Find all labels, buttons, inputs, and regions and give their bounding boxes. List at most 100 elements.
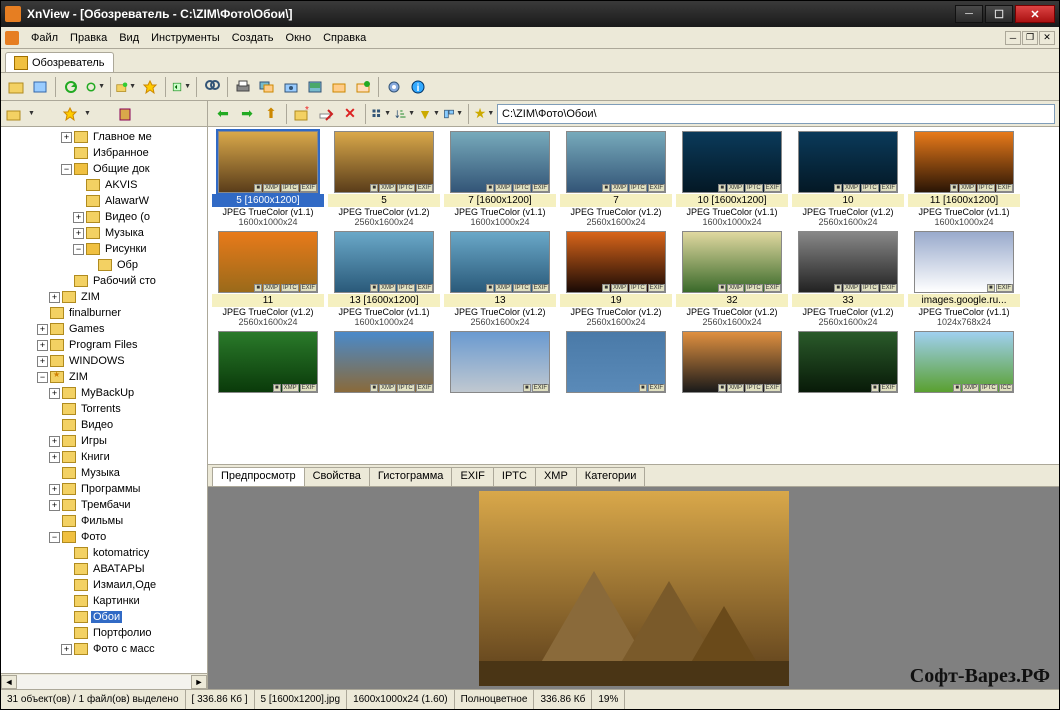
thumbnail[interactable]: ■XMPIPTCEXIF <box>328 331 440 393</box>
tree-toggle[interactable] <box>49 468 60 479</box>
thumbnail[interactable]: ■XMPEXIF <box>212 331 324 393</box>
tree-toggle[interactable]: + <box>49 500 60 511</box>
thumbnail[interactable]: ■XMPIPTCEXIF11 [1600x1200]JPEG TrueColor… <box>908 131 1020 227</box>
preview-tab-4[interactable]: IPTC <box>493 467 536 486</box>
thumbnail[interactable]: ■EXIF <box>444 331 556 393</box>
scroll-right[interactable]: ► <box>191 675 207 689</box>
tree-item[interactable]: AlawarW <box>1 193 207 209</box>
tree-item[interactable]: kotomatricy <box>1 545 207 561</box>
thumbnail[interactable]: ■XMPIPTCEXIF7 [1600x1200]JPEG TrueColor … <box>444 131 556 227</box>
export-button[interactable]: ▼ <box>170 76 192 98</box>
tree-toggle[interactable]: + <box>73 228 84 239</box>
tree-toggle[interactable]: − <box>61 164 72 175</box>
tree-toggle[interactable] <box>61 580 72 591</box>
tree-toggle[interactable] <box>49 516 60 527</box>
preview-tab-2[interactable]: Гистограмма <box>369 467 453 486</box>
tree-item[interactable]: −Фото <box>1 529 207 545</box>
tree-toggle[interactable] <box>49 420 60 431</box>
tree-toggle[interactable]: + <box>37 340 48 351</box>
menu-файл[interactable]: Файл <box>25 30 64 46</box>
tree-toggle[interactable] <box>61 612 72 623</box>
tree-toggle[interactable] <box>49 404 60 415</box>
tree-item[interactable]: +Games <box>1 321 207 337</box>
preview-tab-1[interactable]: Свойства <box>304 467 370 486</box>
tree-toggle[interactable]: + <box>37 324 48 335</box>
fav-add-button[interactable]: ★▼ <box>473 103 495 125</box>
tree-toggle[interactable] <box>61 628 72 639</box>
close-button[interactable]: ✕ <box>1015 5 1055 23</box>
layout-button[interactable]: ▼ <box>442 103 464 125</box>
tree-fav-dropdown[interactable]: ▼ <box>84 110 91 117</box>
rename-button[interactable] <box>315 103 337 125</box>
tree-item[interactable]: +Главное ме <box>1 129 207 145</box>
new-folder-icon[interactable]: * <box>291 103 313 125</box>
tree-toggle[interactable] <box>61 564 72 575</box>
tree-toggle[interactable] <box>85 260 96 271</box>
tree-toggle[interactable]: + <box>49 452 60 463</box>
tree-item[interactable]: +Трембачи <box>1 497 207 513</box>
tree-toggle[interactable]: + <box>61 132 72 143</box>
tree-toggle[interactable]: + <box>73 212 84 223</box>
thumbnail[interactable]: ■EXIFimages.google.ru...JPEG TrueColor (… <box>908 231 1020 327</box>
tree-toggle[interactable]: + <box>37 356 48 367</box>
tree-toggle[interactable] <box>73 180 84 191</box>
thumbnail[interactable]: ■XMPIPTCEXIF13 [1600x1200]JPEG TrueColor… <box>328 231 440 327</box>
open-button[interactable] <box>5 76 27 98</box>
tree-item[interactable]: Torrents <box>1 401 207 417</box>
preview-tab-6[interactable]: Категории <box>576 467 646 486</box>
nav-back-button[interactable]: ⬅ <box>212 103 234 125</box>
tree-item[interactable]: Портфолио <box>1 625 207 641</box>
tree-item[interactable]: Картинки <box>1 593 207 609</box>
tree-item[interactable]: +Program Files <box>1 337 207 353</box>
sort-button[interactable]: ▼ <box>394 103 416 125</box>
minimize-button[interactable]: ─ <box>955 5 983 23</box>
thumbnail[interactable]: ■XMPIPTCEXIF19JPEG TrueColor (v1.2)2560x… <box>560 231 672 327</box>
thumbnail[interactable]: ■XMPIPTCEXIF33JPEG TrueColor (v1.2)2560x… <box>792 231 904 327</box>
info-button[interactable]: i <box>407 76 429 98</box>
thumbnail[interactable]: ■XMPIPTCEXIF5JPEG TrueColor (v1.2)2560x1… <box>328 131 440 227</box>
search-button[interactable] <box>201 76 223 98</box>
tree-item[interactable]: finalburner <box>1 305 207 321</box>
tree-category-button[interactable] <box>115 103 137 125</box>
tree-item[interactable]: Измаил,Оде <box>1 577 207 593</box>
menu-инструменты[interactable]: Инструменты <box>145 30 226 46</box>
tree-toggle[interactable] <box>37 308 48 319</box>
tree-item[interactable]: +Игры <box>1 433 207 449</box>
tree-toggle[interactable]: + <box>49 388 60 399</box>
tree-toggle[interactable]: + <box>49 436 60 447</box>
thumbnail[interactable]: ■XMPIPTCEXIF5 [1600x1200]JPEG TrueColor … <box>212 131 324 227</box>
menu-правка[interactable]: Правка <box>64 30 113 46</box>
thumbnail[interactable]: ■XMPIPTCEXIF13JPEG TrueColor (v1.2)2560x… <box>444 231 556 327</box>
scroll-left[interactable]: ◄ <box>1 675 17 689</box>
menu-создать[interactable]: Создать <box>226 30 280 46</box>
tree-toggle[interactable]: − <box>37 372 48 383</box>
tree-item[interactable]: Фильмы <box>1 513 207 529</box>
tree-fav-button[interactable] <box>59 103 81 125</box>
tree-toggle[interactable]: + <box>61 644 72 655</box>
tree-item[interactable]: АВАТАРЫ <box>1 561 207 577</box>
tab-browser[interactable]: Обозреватель <box>5 52 114 72</box>
tree-item[interactable]: +Видео (о <box>1 209 207 225</box>
favorite-button[interactable] <box>139 76 161 98</box>
tree-folder-button[interactable] <box>3 103 25 125</box>
menu-вид[interactable]: Вид <box>113 30 145 46</box>
nav-forward-button[interactable]: ➡ <box>236 103 258 125</box>
tree-toggle[interactable] <box>73 196 84 207</box>
capture-button[interactable] <box>280 76 302 98</box>
tree-toggle[interactable]: + <box>49 292 60 303</box>
filter-button[interactable]: ▼▼ <box>418 103 440 125</box>
tree-item[interactable]: Рабочий сто <box>1 273 207 289</box>
thumbnail[interactable]: ■EXIF <box>792 331 904 393</box>
tree-toggle[interactable] <box>61 148 72 159</box>
tree-item[interactable]: Музыка <box>1 465 207 481</box>
menu-окно[interactable]: Окно <box>280 30 318 46</box>
tree-toggle[interactable]: − <box>49 532 60 543</box>
thumbnail[interactable]: ■XMPIPTCEXIF10JPEG TrueColor (v1.2)2560x… <box>792 131 904 227</box>
mdi-restore[interactable]: ❐ <box>1022 31 1038 45</box>
tree-item[interactable]: +Программы <box>1 481 207 497</box>
tree-item[interactable]: −Общие док <box>1 161 207 177</box>
slideshow-button[interactable] <box>304 76 326 98</box>
tree-item[interactable]: Избранное <box>1 145 207 161</box>
tree-folder-dropdown[interactable]: ▼ <box>28 110 35 117</box>
fullscreen-button[interactable] <box>29 76 51 98</box>
